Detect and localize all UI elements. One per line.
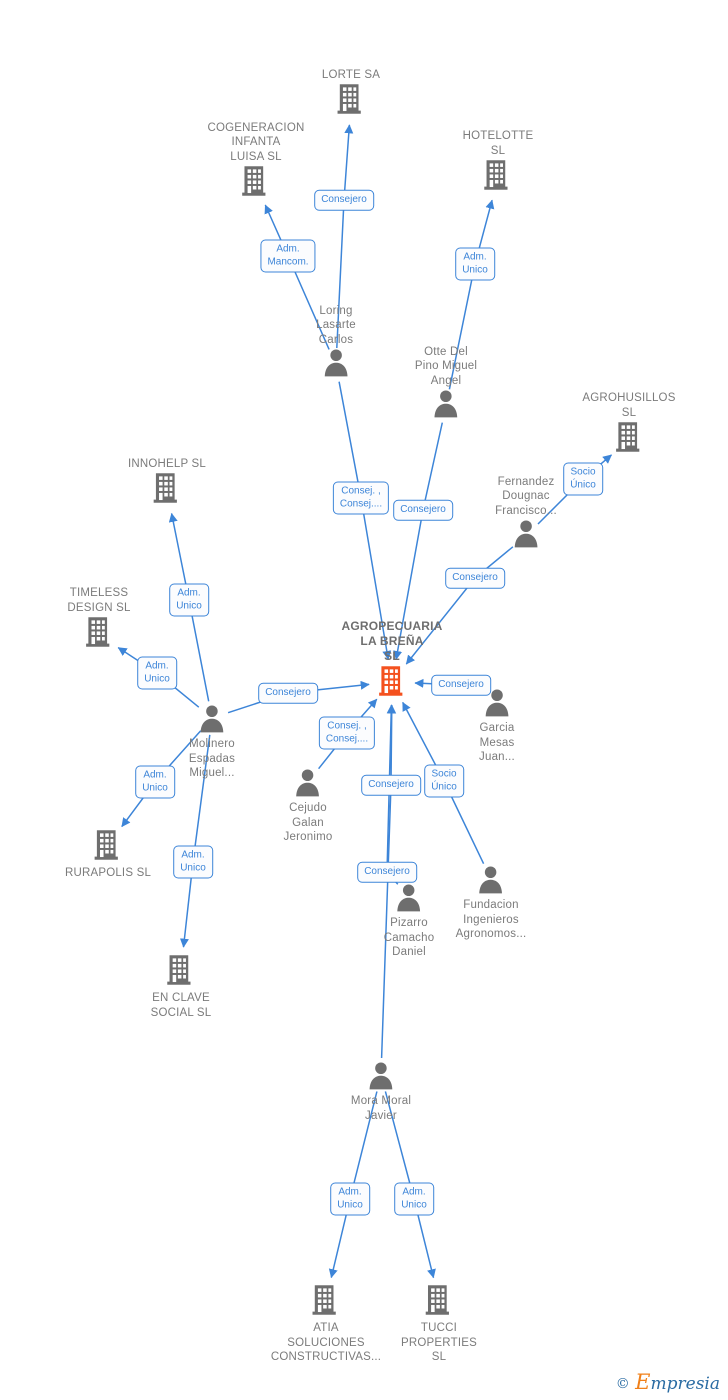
node-label: Garcia Mesas Juan... xyxy=(479,722,515,763)
person-node-garcia[interactable]: Garcia Mesas Juan... xyxy=(479,687,515,765)
company-node-timeless[interactable]: TIMELESS DESIGN SL xyxy=(67,586,130,653)
company-node-cogeneracion[interactable]: COGENERACION INFANTA LUISA SL xyxy=(208,121,305,203)
node-label: TIMELESS DESIGN SL xyxy=(67,587,131,614)
relationship-badge-e3[interactable]: Adm. Unico xyxy=(455,247,495,281)
company-node-innohelp[interactable]: INNOHELP SL xyxy=(128,457,206,510)
company-node-hotelotte[interactable]: HOTELOTTE SL xyxy=(463,129,534,196)
brand-name: mpresia xyxy=(650,1374,721,1394)
node-label: Molinero Espadas Miguel... xyxy=(188,738,236,779)
person-icon xyxy=(189,703,235,737)
relationship-badge-e17[interactable]: Consejero xyxy=(361,774,421,796)
company-node-rurapolis[interactable]: RURAPOLIS SL xyxy=(65,828,151,881)
person-icon xyxy=(456,864,527,898)
company-node-enclave[interactable]: EN CLAVE SOCIAL SL xyxy=(151,953,212,1020)
person-icon xyxy=(284,767,333,801)
node-label: Pizarro Camacho Daniel xyxy=(383,917,435,958)
relationship-badge-e1[interactable]: Consejero xyxy=(314,189,374,211)
company-node-atia[interactable]: ATIA SOLUCIONES CONSTRUCTIVAS... xyxy=(271,1283,381,1365)
person-icon xyxy=(415,388,477,422)
person-icon xyxy=(351,1060,411,1094)
relationship-badge-e8[interactable]: Adm. Unico xyxy=(169,583,209,617)
company-building-icon xyxy=(67,615,130,653)
relationship-badge-e7[interactable]: Consejero xyxy=(445,567,505,589)
node-label: EN CLAVE SOCIAL SL xyxy=(150,992,212,1019)
company-node-agropecuaria[interactable]: AGROPECUARIA LA BREÑA SL xyxy=(341,619,442,702)
node-label: INNOHELP SL xyxy=(127,457,207,470)
person-node-pizarro[interactable]: Pizarro Camacho Daniel xyxy=(384,882,435,960)
person-node-cejudo[interactable]: Cejudo Galan Jeronimo xyxy=(284,767,333,845)
node-label: AGROHUSILLOS SL xyxy=(582,392,676,419)
relationship-badge-e2[interactable]: Adm. Mancom. xyxy=(260,239,316,273)
relationship-badge-e10[interactable]: Adm. Unico xyxy=(135,765,175,799)
node-label: TUCCI PROPERTIES SL xyxy=(401,1322,477,1363)
relationship-graph-canvas: LORTE SA COGENERACION INFANTA LUISA SL HOT… xyxy=(0,0,728,1400)
node-label: LORTE SA xyxy=(321,68,381,81)
person-icon xyxy=(384,882,435,916)
person-node-fernandez[interactable]: Fernandez Dougnac Francisco... xyxy=(495,475,557,553)
node-label: Loring Lasarte Carlos xyxy=(316,304,356,346)
node-label: HOTELOTTE SL xyxy=(462,130,534,157)
node-label: Cejudo Galan Jeronimo xyxy=(283,802,333,843)
node-label: ATIA SOLUCIONES CONSTRUCTIVAS... xyxy=(270,1322,382,1363)
company-building-icon xyxy=(65,828,151,866)
relationship-badge-e12[interactable]: Consejero xyxy=(258,682,318,704)
node-label: Fernandez Dougnac Francisco... xyxy=(495,475,557,517)
company-building-icon xyxy=(151,953,212,991)
person-node-fundacion[interactable]: Fundacion Ingenieros Agronomos... xyxy=(456,864,527,942)
relationship-badge-e11[interactable]: Adm. Unico xyxy=(173,845,213,879)
node-label: RURAPOLIS SL xyxy=(64,867,152,879)
person-node-mora[interactable]: Mora Moral Javier xyxy=(351,1060,411,1123)
node-label: Mora Moral Javier xyxy=(350,1095,412,1122)
person-node-loring[interactable]: Loring Lasarte Carlos xyxy=(316,304,356,382)
relationship-badge-e18[interactable]: Adm. Unico xyxy=(330,1182,370,1216)
node-label: Otte Del Pino Miguel Angel xyxy=(414,345,478,387)
relationship-badge-e13[interactable]: Consej. , Consej.... xyxy=(318,716,376,750)
company-building-icon xyxy=(401,1283,477,1321)
person-node-molinero[interactable]: Molinero Espadas Miguel... xyxy=(189,703,235,781)
person-icon xyxy=(495,518,557,552)
relationship-badge-e4[interactable]: Consej. , Consej.... xyxy=(332,481,390,515)
relationship-badge-e5[interactable]: Consejero xyxy=(393,499,453,521)
company-node-agrohusillos[interactable]: AGROHUSILLOS SL xyxy=(582,391,675,458)
relationship-badge-e14[interactable]: Consejero xyxy=(431,674,491,696)
person-node-otte[interactable]: Otte Del Pino Miguel Angel xyxy=(415,345,477,423)
brand-initial: E xyxy=(635,1370,651,1394)
person-icon xyxy=(316,347,356,381)
company-building-icon xyxy=(463,158,534,196)
relationship-badge-e9[interactable]: Adm. Unico xyxy=(137,656,177,690)
relationship-badge-e6[interactable]: Socio Único xyxy=(563,462,603,496)
company-building-icon xyxy=(322,82,380,120)
node-label: AGROPECUARIA LA BREÑA SL xyxy=(341,618,443,663)
company-building-icon xyxy=(128,471,206,509)
focus-company-building-icon xyxy=(341,664,442,702)
company-building-icon xyxy=(271,1283,381,1321)
empresia-watermark: © Empresia xyxy=(616,1370,720,1394)
relationship-badge-e19[interactable]: Adm. Unico xyxy=(394,1182,434,1216)
relationship-badge-e15[interactable]: Socio Único xyxy=(424,764,464,798)
copyright-symbol: © xyxy=(615,1376,630,1392)
node-label: Fundacion Ingenieros Agronomos... xyxy=(455,899,527,940)
relationship-badge-e16[interactable]: Consejero xyxy=(357,861,417,883)
company-node-tucci[interactable]: TUCCI PROPERTIES SL xyxy=(401,1283,477,1365)
company-building-icon xyxy=(208,164,305,202)
company-node-lorte[interactable]: LORTE SA xyxy=(322,68,380,121)
node-label: COGENERACION INFANTA LUISA SL xyxy=(207,121,305,163)
company-building-icon xyxy=(582,420,675,458)
